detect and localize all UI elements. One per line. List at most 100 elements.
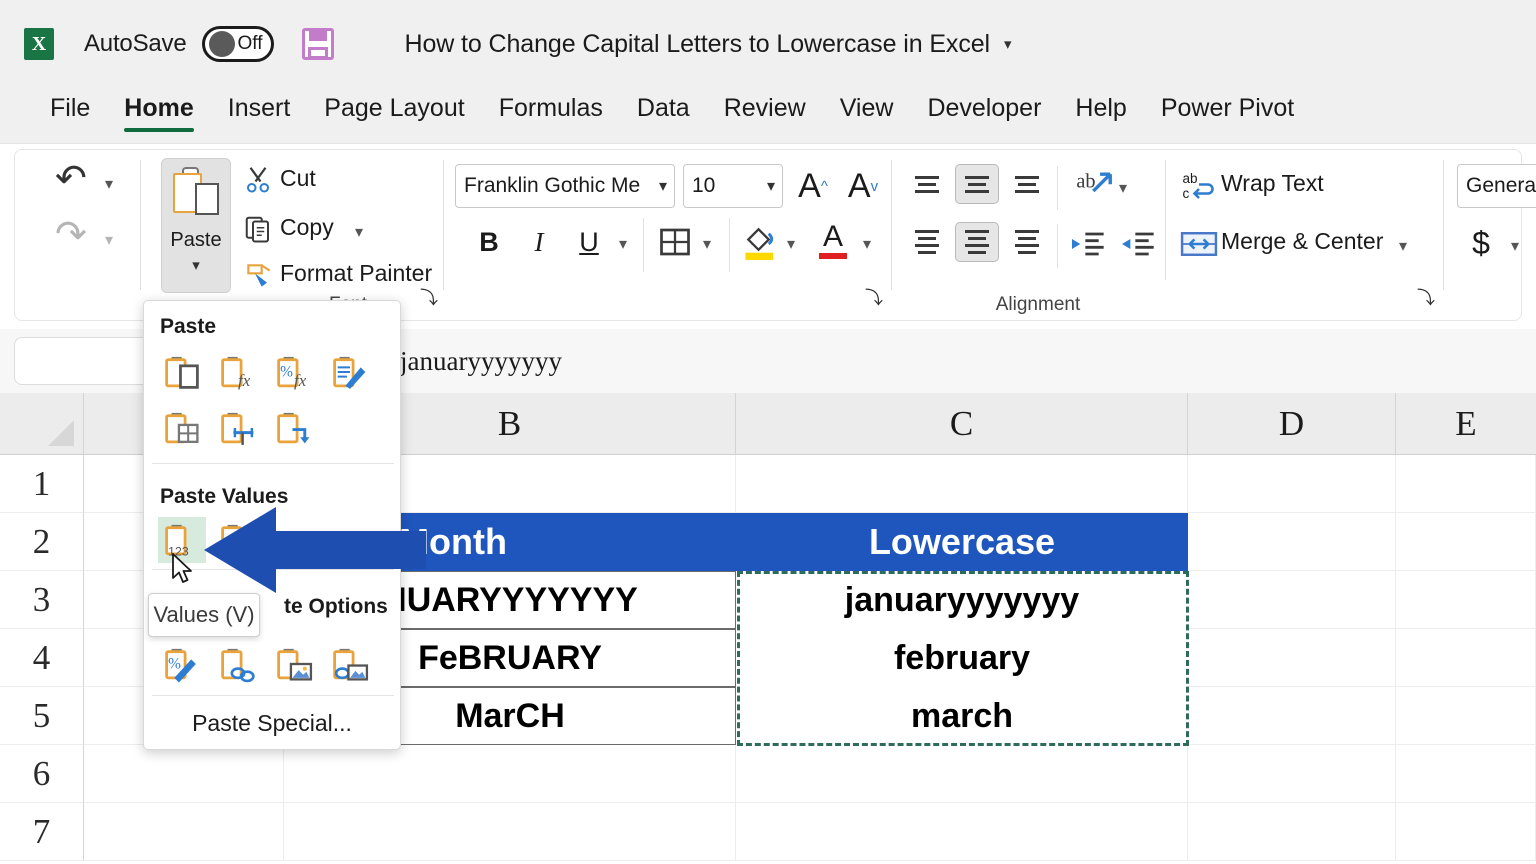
paste-formatting-only-icon[interactable]: % — [158, 641, 206, 687]
cell-e1[interactable] — [1396, 455, 1536, 513]
align-bottom-button[interactable] — [1005, 164, 1049, 204]
cell-e4[interactable] — [1396, 629, 1536, 687]
align-right-button[interactable] — [1005, 222, 1049, 262]
cell-d2[interactable] — [1188, 513, 1396, 571]
underline-button[interactable]: U — [571, 222, 607, 262]
column-header-d[interactable]: D — [1188, 393, 1396, 455]
cell-c3[interactable]: januaryyyyyyy — [736, 571, 1188, 629]
cell-c5[interactable]: march — [736, 687, 1188, 745]
format-painter-label[interactable]: Format Painter — [280, 260, 432, 287]
cell-a6[interactable] — [84, 745, 284, 803]
copy-chevron-down-icon[interactable]: ▾ — [355, 222, 363, 242]
font-size-input[interactable]: 10 ▾ — [683, 164, 783, 208]
cell-a7[interactable] — [84, 803, 284, 861]
cell-e2[interactable] — [1396, 513, 1536, 571]
fill-color-chevron-down-icon[interactable]: ▾ — [787, 234, 795, 254]
tab-home[interactable]: Home — [107, 92, 210, 132]
formula-input[interactable]: januaryyyyyyy — [400, 337, 1520, 385]
format-painter-icon[interactable] — [243, 260, 275, 292]
increase-indent-icon[interactable] — [1117, 224, 1157, 264]
paste-keep-column-widths-icon[interactable] — [214, 405, 262, 451]
tab-developer[interactable]: Developer — [910, 92, 1058, 127]
tab-file[interactable]: File — [33, 92, 107, 127]
align-center-button[interactable] — [955, 222, 999, 262]
number-format-select[interactable]: General — [1457, 164, 1536, 208]
paste-transpose-icon[interactable] — [270, 405, 318, 451]
paste-linked-picture-icon[interactable] — [326, 641, 374, 687]
column-header-c[interactable]: C — [736, 393, 1188, 455]
row-header-2[interactable]: 2 — [0, 513, 84, 571]
row-header-7[interactable]: 7 — [0, 803, 84, 861]
orientation-chevron-down-icon[interactable]: ▾ — [1119, 178, 1127, 198]
select-all-corner[interactable] — [0, 393, 84, 455]
row-header-4[interactable]: 4 — [0, 629, 84, 687]
paste-link-icon[interactable] — [214, 641, 262, 687]
cell-d7[interactable] — [1188, 803, 1396, 861]
bold-button[interactable]: B — [471, 222, 507, 262]
cell-d5[interactable] — [1188, 687, 1396, 745]
tab-insert[interactable]: Insert — [211, 92, 308, 127]
paste-chevron-down-icon[interactable]: ▾ — [192, 256, 200, 274]
cell-d3[interactable] — [1188, 571, 1396, 629]
align-middle-button[interactable] — [955, 164, 999, 204]
cut-icon[interactable] — [243, 164, 273, 194]
merge-center-icon[interactable] — [1179, 224, 1219, 264]
font-name-input[interactable]: Franklin Gothic Me ▾ — [455, 164, 675, 208]
decrease-indent-icon[interactable] — [1067, 224, 1107, 264]
underline-chevron-down-icon[interactable]: ▾ — [619, 234, 627, 254]
cell-c2-header[interactable]: Lowercase — [736, 513, 1188, 571]
cell-c4[interactable]: february — [736, 629, 1188, 687]
borders-chevron-down-icon[interactable]: ▾ — [703, 234, 711, 254]
font-color-icon[interactable]: A — [813, 216, 853, 266]
paste-formulas-icon[interactable]: fx — [214, 349, 262, 395]
shrink-font-button[interactable]: Av — [841, 164, 885, 208]
row-header-1[interactable]: 1 — [0, 455, 84, 513]
grow-font-button[interactable]: A ^ — [791, 164, 835, 208]
cell-d6[interactable] — [1188, 745, 1396, 803]
cut-label[interactable]: Cut — [280, 165, 316, 192]
borders-icon[interactable] — [657, 224, 693, 260]
cell-c7[interactable] — [736, 803, 1188, 861]
cell-c6[interactable] — [736, 745, 1188, 803]
paste-formulas-number-formatting-icon[interactable]: % fx — [270, 349, 318, 395]
currency-format-button[interactable]: $ — [1461, 222, 1501, 264]
row-header-6[interactable]: 6 — [0, 745, 84, 803]
font-color-chevron-down-icon[interactable]: ▾ — [863, 234, 871, 254]
paste-no-borders-icon[interactable] — [158, 405, 206, 451]
cell-d4[interactable] — [1188, 629, 1396, 687]
alignment-dialog-launcher[interactable]: ⤵ — [1417, 284, 1435, 310]
autosave-toggle[interactable]: Off — [202, 26, 275, 62]
undo-icon[interactable]: ↶ — [55, 156, 87, 201]
cell-d1[interactable] — [1188, 455, 1396, 513]
copy-icon[interactable] — [243, 214, 273, 244]
paste-special-menu-item[interactable]: Paste Special... — [144, 710, 400, 737]
undo-chevron-down-icon[interactable]: ▾ — [105, 174, 113, 194]
cell-b7[interactable] — [284, 803, 736, 861]
currency-chevron-down-icon[interactable]: ▾ — [1511, 236, 1519, 256]
align-top-button[interactable] — [905, 164, 949, 204]
tab-formulas[interactable]: Formulas — [482, 92, 620, 127]
tab-review[interactable]: Review — [707, 92, 823, 127]
row-header-3[interactable]: 3 — [0, 571, 84, 629]
fill-color-icon[interactable] — [741, 220, 779, 262]
save-icon[interactable] — [300, 26, 336, 62]
italic-button[interactable]: I — [521, 222, 557, 262]
tab-power-pivot[interactable]: Power Pivot — [1144, 92, 1311, 127]
cell-e5[interactable] — [1396, 687, 1536, 745]
paste-all-icon[interactable] — [158, 349, 206, 395]
align-left-button[interactable] — [905, 222, 949, 262]
orientation-icon[interactable]: ab — [1073, 164, 1117, 208]
copy-label[interactable]: Copy — [280, 214, 334, 241]
wrap-text-label[interactable]: Wrap Text — [1221, 170, 1324, 197]
tab-help[interactable]: Help — [1058, 92, 1143, 127]
merge-center-chevron-down-icon[interactable]: ▾ — [1399, 236, 1407, 256]
chevron-down-icon[interactable]: ▾ — [1004, 35, 1012, 53]
row-header-5[interactable]: 5 — [0, 687, 84, 745]
cell-e7[interactable] — [1396, 803, 1536, 861]
paste-picture-icon[interactable] — [270, 641, 318, 687]
tab-view[interactable]: View — [823, 92, 911, 127]
cell-b6[interactable] — [284, 745, 736, 803]
paste-formatting-icon[interactable] — [326, 349, 374, 395]
font-size-chevron-down-icon[interactable]: ▾ — [767, 176, 775, 196]
paste-button[interactable]: Paste ▾ — [161, 158, 231, 293]
